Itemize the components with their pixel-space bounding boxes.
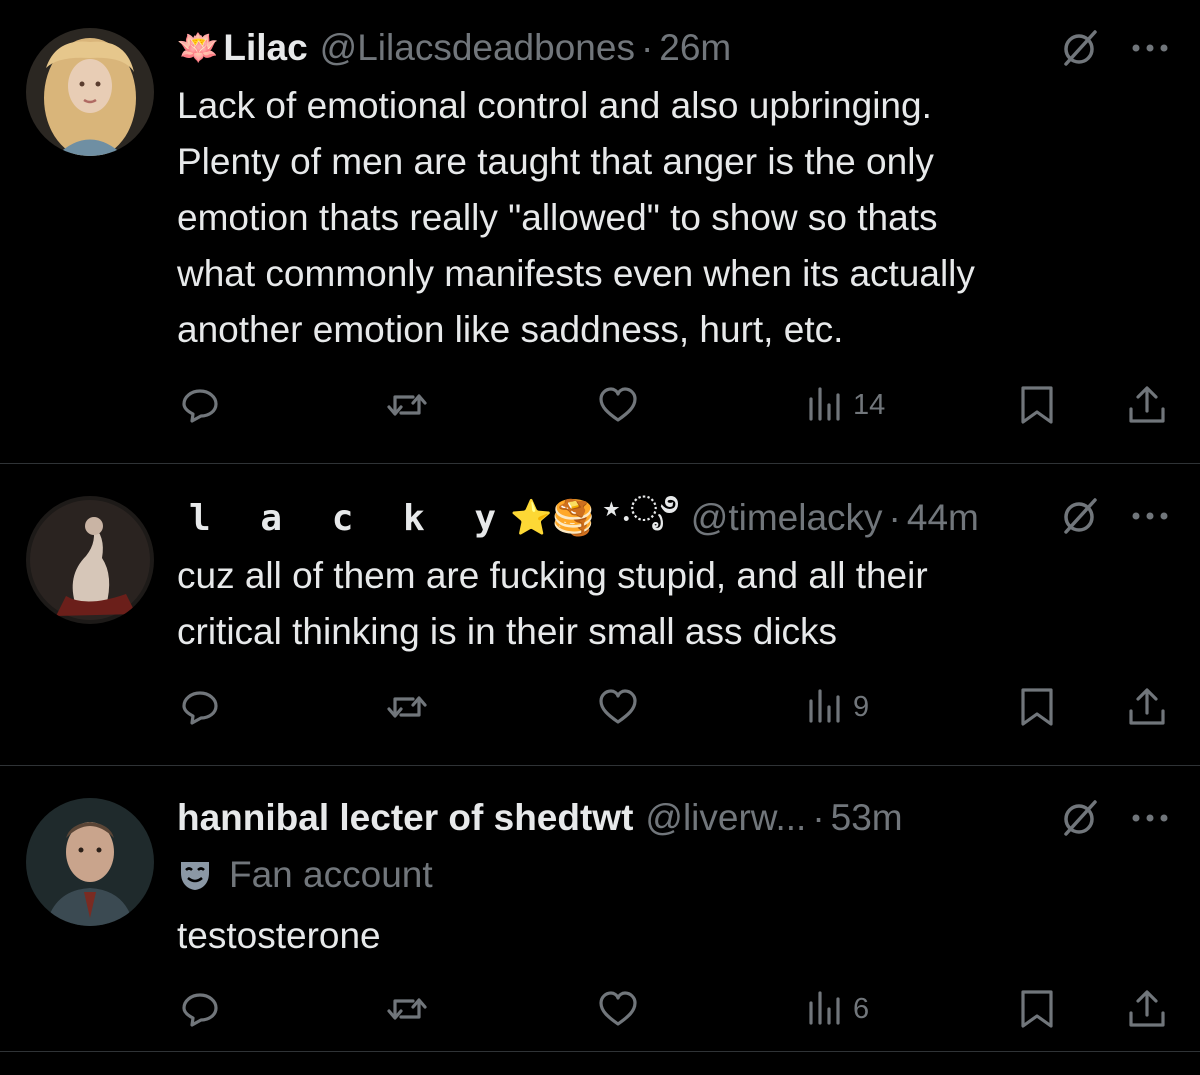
tweet-text: cuz all of them are fucking stupid, and … [177, 555, 928, 652]
heart-icon [599, 991, 637, 1026]
bookmark-button[interactable] [1015, 380, 1059, 430]
timestamp[interactable]: 26m [659, 27, 731, 69]
reply-icon [182, 389, 218, 423]
avatar[interactable] [26, 496, 154, 624]
bookmark-icon [1021, 990, 1053, 1028]
share-icon [1129, 386, 1165, 423]
grok-icon[interactable] [1058, 494, 1102, 538]
repost-button[interactable] [385, 380, 429, 430]
display-name[interactable]: 🪷 Lilac [177, 27, 308, 69]
more-icon[interactable] [1128, 26, 1172, 70]
views-icon [809, 387, 840, 421]
grok-icon[interactable] [1058, 796, 1102, 840]
views-count: 9 [853, 690, 870, 723]
more-icon[interactable] [1128, 494, 1172, 538]
timestamp[interactable]: 53m [831, 797, 903, 839]
views-count: 14 [853, 388, 886, 421]
share-button[interactable] [1125, 380, 1169, 430]
avatar[interactable] [26, 798, 154, 926]
avatar[interactable] [26, 28, 154, 156]
tweet-item[interactable]: hannibal lecter of shedtwt @liverw... · … [0, 766, 1200, 1052]
tweet-actions: 9 [0, 682, 1200, 732]
tweet-text: Lack of emotional control and also upbri… [177, 85, 975, 350]
more-icon[interactable] [1128, 796, 1172, 840]
bookmark-button[interactable] [1015, 682, 1059, 732]
star-pancake-emoji: ⭐🥞 [510, 499, 595, 537]
reply-icon [182, 691, 218, 725]
tweet-item[interactable]: 🪷 Lilac @Lilacsdeadbones · 26m Lack of e… [0, 0, 1200, 464]
user-handle[interactable]: @liverw... [645, 797, 806, 839]
bookmark-icon [1021, 386, 1053, 424]
views-count: 6 [853, 992, 870, 1025]
reply-button[interactable] [178, 984, 222, 1034]
like-button[interactable] [596, 984, 640, 1034]
heart-icon [599, 387, 637, 422]
share-button[interactable] [1125, 682, 1169, 732]
bookmark-button[interactable] [1015, 984, 1059, 1034]
views-button[interactable]: 14 [803, 380, 885, 430]
reply-icon [182, 993, 218, 1027]
timestamp[interactable]: 44m [907, 497, 979, 539]
separator-dot: · [888, 497, 901, 538]
tweet-text: testosterone [177, 915, 381, 956]
tweet-header: hannibal lecter of shedtwt @liverw... · … [177, 792, 1040, 844]
repost-button[interactable] [385, 682, 429, 732]
repost-icon [387, 998, 427, 1020]
tweet-item[interactable]: l a c k y ⭐🥞 ⋆.ೃ࿔ @timelacky · 44m cuz a… [0, 464, 1200, 766]
share-icon [1129, 990, 1165, 1027]
avatar-image [26, 496, 154, 624]
like-button[interactable] [596, 380, 640, 430]
repost-button[interactable] [385, 984, 429, 1034]
like-button[interactable] [596, 682, 640, 732]
repost-icon [387, 696, 427, 718]
views-icon [809, 991, 840, 1025]
display-name-text: Lilac [223, 27, 308, 68]
views-button[interactable]: 6 [803, 984, 869, 1034]
reply-button[interactable] [178, 682, 222, 732]
fan-account-label: Fan account [177, 854, 433, 896]
user-handle[interactable]: @timelacky [691, 497, 883, 539]
tweet-actions: 14 [0, 380, 1200, 430]
heart-icon [599, 689, 637, 724]
display-name-text: hannibal lecter of shedtwt [177, 797, 634, 838]
user-handle[interactable]: @Lilacsdeadbones [320, 27, 635, 69]
display-name[interactable]: hannibal lecter of shedtwt [177, 797, 633, 839]
share-icon [1129, 688, 1165, 725]
lotus-emoji: 🪷 [177, 29, 220, 67]
views-button[interactable]: 9 [803, 682, 869, 732]
views-icon [809, 689, 840, 723]
separator-dot: · [640, 27, 654, 68]
reply-button[interactable] [178, 380, 222, 430]
fan-account-text: Fan account [229, 854, 433, 895]
tweet-header: 🪷 Lilac @Lilacsdeadbones · 26m [177, 22, 1040, 74]
avatar-image [26, 28, 154, 156]
tweet-actions: 6 [0, 984, 1200, 1034]
theater-mask-icon [181, 862, 209, 890]
share-button[interactable] [1125, 984, 1169, 1034]
tweet-header: l a c k y ⭐🥞 ⋆.ೃ࿔ @timelacky · 44m [177, 490, 1040, 544]
repost-icon [387, 394, 427, 416]
grok-icon[interactable] [1058, 26, 1102, 70]
bookmark-icon [1021, 688, 1053, 726]
avatar-image [26, 798, 154, 926]
separator-dot: · [812, 797, 825, 838]
display-name-text: l a c k y [189, 497, 511, 539]
